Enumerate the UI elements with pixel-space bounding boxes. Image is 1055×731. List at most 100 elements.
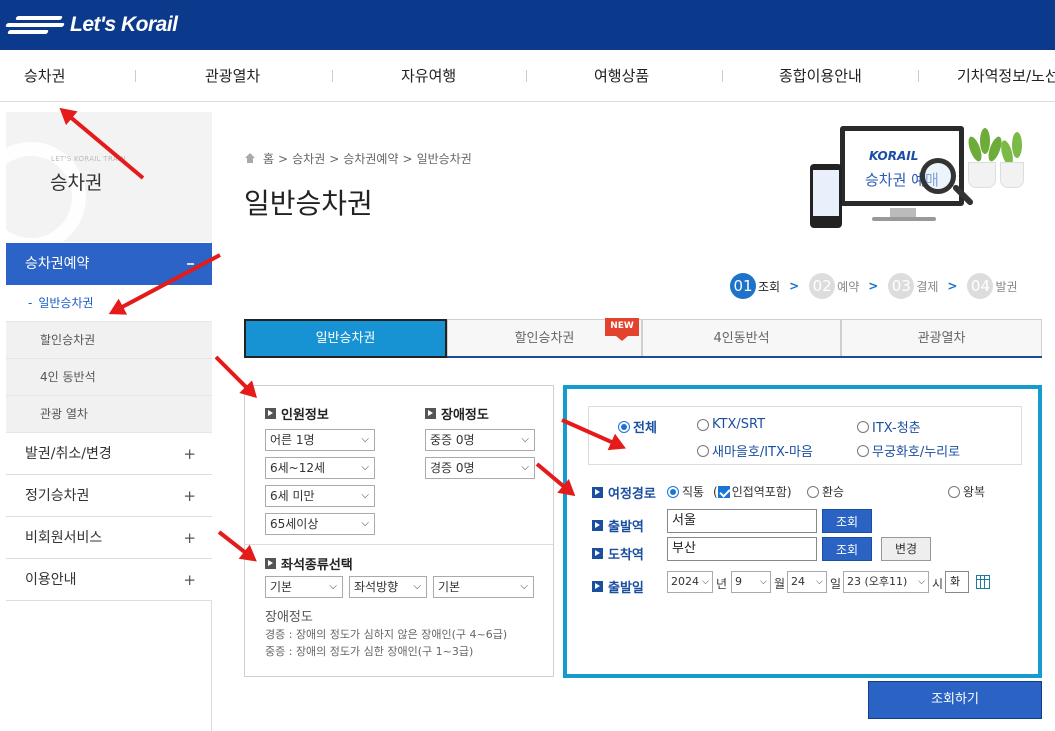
lnb-subitem-tour-train[interactable]: 관광 열차 [6,396,212,433]
lnb-item-label: 정기승차권 [25,488,90,504]
step-issue: 04 발권 [967,273,1018,299]
gnb-item-ticket[interactable]: 승차권 [24,50,65,102]
route-transfer[interactable]: 환승 [807,483,844,500]
child-select[interactable]: 6세~12세 ⌵ [265,457,375,479]
seat-type-select[interactable]: 기본 ⌵ [265,576,343,598]
bullet-icon [265,408,276,419]
plus-icon: + [183,487,196,505]
gnb-item-station-info[interactable]: 기차역정보/노선 [957,50,1055,102]
train-type-mugunghwa[interactable]: 무궁화호/누리로 [857,441,960,460]
disability-heading: 장애정도 [425,404,489,423]
seat-type-heading: 좌석종류선택 [265,554,353,573]
train-type-saemaeul[interactable]: 새마을호/ITX-마음 [697,441,813,460]
gnb-item-free-travel[interactable]: 자유여행 [401,50,456,102]
step-label: 조회 [758,279,781,294]
hour-select[interactable]: 23 (오후11) ⌵ [843,571,929,593]
home-icon[interactable] [244,153,256,164]
arrival-input[interactable]: 부산 [667,537,817,561]
seat-direction-select[interactable]: 좌석방향 ⌵ [349,576,427,598]
lnb-item-usage-guide[interactable]: 이용안내 + [6,559,212,601]
radio[interactable] [857,420,869,433]
infant-select[interactable]: 6세 미만 ⌵ [265,485,375,507]
seat-position-select[interactable]: 기본 ⌵ [433,576,534,598]
checkbox-checked[interactable] [717,485,730,498]
route-label: 여정경로 [592,483,656,502]
mild-disability-select[interactable]: 경증 0명 ⌵ [425,457,535,479]
radio[interactable] [697,444,709,457]
bullet-icon [592,487,603,498]
bullet-icon [592,520,603,531]
departure-search-button[interactable]: 조회 [822,509,872,533]
chevron-down-icon: ⌵ [413,581,421,592]
global-nav: 승차권 관광열차 자유여행 여행상품 종합이용안내 기차역정보/노선 [0,50,1055,102]
train-type-ktx[interactable]: KTX/SRT [697,417,765,432]
chevron-down-icon: ⌵ [329,581,337,592]
train-type-itx-cheongchun[interactable]: ITX-청춘 [857,417,921,436]
bullet-icon [592,548,603,559]
senior-select[interactable]: 65세이상 ⌵ [265,513,375,535]
year-select[interactable]: 2024 ⌵ [667,571,713,593]
step-number: 02 [809,273,836,299]
magnifier-icon [920,158,956,194]
lnb-item-reservation[interactable]: 승차권예약 [6,243,212,285]
tab-four-seat[interactable]: 4인동반석 [642,319,841,356]
arrival-search-button[interactable]: 조회 [822,537,872,561]
step-label: 예약 [837,279,860,294]
page-title: 일반승차권 [244,187,373,220]
korail-logo[interactable]: Let's Korail [5,10,178,40]
lnb-item-issue-cancel[interactable]: 발권/취소/변경 + [6,433,212,475]
breadcrumb-item-current: 일반승차권 [416,152,472,166]
departure-input[interactable]: 서울 [667,509,817,533]
lnb-item-season-ticket[interactable]: 정기승차권 + [6,475,212,517]
route-adjacent[interactable]: (인접역포함) [713,483,792,500]
lnb-item-label: 승차권예약 [25,256,90,272]
left-nav: LET'S KORAIL TRAIN 승차권 승차권예약 일반승차권 할인승차권… [6,112,212,731]
month-select[interactable]: 9 ⌵ [731,571,771,593]
breadcrumb-item[interactable]: 홈 [263,150,274,167]
gnb-item-tour-train[interactable]: 관광열차 [205,50,260,102]
chevron-down-icon: ⌵ [361,490,369,501]
train-type-all[interactable]: 전체 [618,417,657,436]
day-select[interactable]: 24 ⌵ [787,571,827,593]
arrival-label: 도착역 [592,544,644,563]
chevron-down-icon: ⌵ [816,577,823,587]
radio[interactable] [697,418,709,431]
left-nav-title: 승차권 [50,172,103,194]
radio-selected[interactable] [618,420,630,433]
chevron-right-icon: > [947,279,958,293]
page: Let's Korail 승차권 관광열차 자유여행 여행상품 종합이용안내 기… [0,0,1055,731]
gnb-separator [135,70,136,82]
breadcrumb-item[interactable]: 승차권예약 [343,150,398,167]
swap-stations-button[interactable]: 변경 [881,537,931,561]
chevron-down-icon: ⌵ [361,462,369,473]
route-direct[interactable]: 직통 [667,483,704,500]
gnb-separator [722,70,723,82]
gnb-item-guide[interactable]: 종합이용안내 [779,50,862,102]
search-button[interactable]: 조회하기 [868,681,1042,719]
ticket-booking-illustration: KORAIL 승차권 예매 [800,118,1040,238]
chevron-down-icon: ⌵ [702,577,709,587]
radio[interactable] [857,444,869,457]
severe-disability-select[interactable]: 중증 0명 ⌵ [425,429,535,451]
lnb-subitem-four-seat[interactable]: 4인 동반석 [6,359,212,396]
disability-note-mild: 경증 : 장애의 정도가 심하지 않은 장애인(구 4~6급) [265,628,508,641]
radio-selected[interactable] [667,485,679,498]
plus-icon: + [183,571,196,589]
breadcrumb: 홈 > 승차권 > 승차권예약 > 일반승차권 [244,150,472,167]
lnb-item-label: 이용안내 [25,572,77,588]
collapse-icon [187,263,194,265]
radio[interactable] [807,485,819,498]
train-type-group: 전체 KTX/SRT ITX-청춘 새마을호/ITX-마음 무궁화호/누리로 [588,406,1022,465]
breadcrumb-item[interactable]: 승차권 [292,150,325,167]
lnb-subitem-discount-ticket[interactable]: 할인승차권 [6,322,212,359]
adult-select[interactable]: 어른 1명 ⌵ [265,429,375,451]
divider [245,544,553,545]
route-round-trip[interactable]: 왕복 [948,483,985,500]
step-number: 04 [967,273,994,299]
tab-tour-train[interactable]: 관광열차 [841,319,1042,356]
tab-general-ticket[interactable]: 일반승차권 [244,319,447,358]
radio[interactable] [948,485,960,498]
lnb-item-nonmember[interactable]: 비회원서비스 + [6,517,212,559]
calendar-icon[interactable] [976,575,990,589]
gnb-item-travel-products[interactable]: 여행상품 [594,50,649,102]
